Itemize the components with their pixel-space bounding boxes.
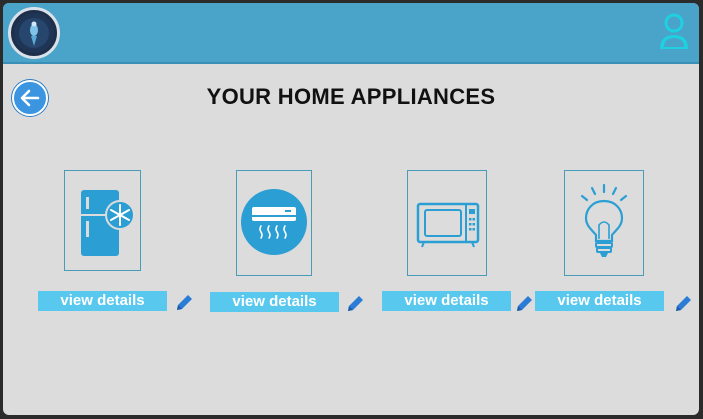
pencil-icon[interactable] [674,293,694,313]
air-conditioner-icon [241,189,307,255]
pencil-icon[interactable] [175,292,195,312]
user-icon[interactable] [657,12,691,52]
view-details-button-3[interactable]: view details [382,291,511,311]
view-details-button-1[interactable]: view details [38,291,167,311]
microwave-icon [416,202,480,248]
page-title: YOUR HOME APPLIANCES [206,84,496,109]
team-logo [8,7,60,59]
appliance-card-microwave[interactable] [407,170,487,276]
appliance-card-light-bulb[interactable] [564,170,644,276]
pencil-icon[interactable] [515,293,535,313]
view-details-button-2[interactable]: view details [210,292,339,312]
appliance-card-refrigerator[interactable] [64,170,141,271]
light-bulb-icon [580,183,628,257]
view-details-button-4[interactable]: view details [535,291,664,311]
refrigerator-icon [81,190,135,256]
top-header [3,3,699,64]
pencil-icon[interactable] [346,293,366,313]
appliance-card-air-conditioner[interactable] [236,170,312,276]
app-window: YOUR HOME APPLIANCES view details view d… [3,3,699,415]
